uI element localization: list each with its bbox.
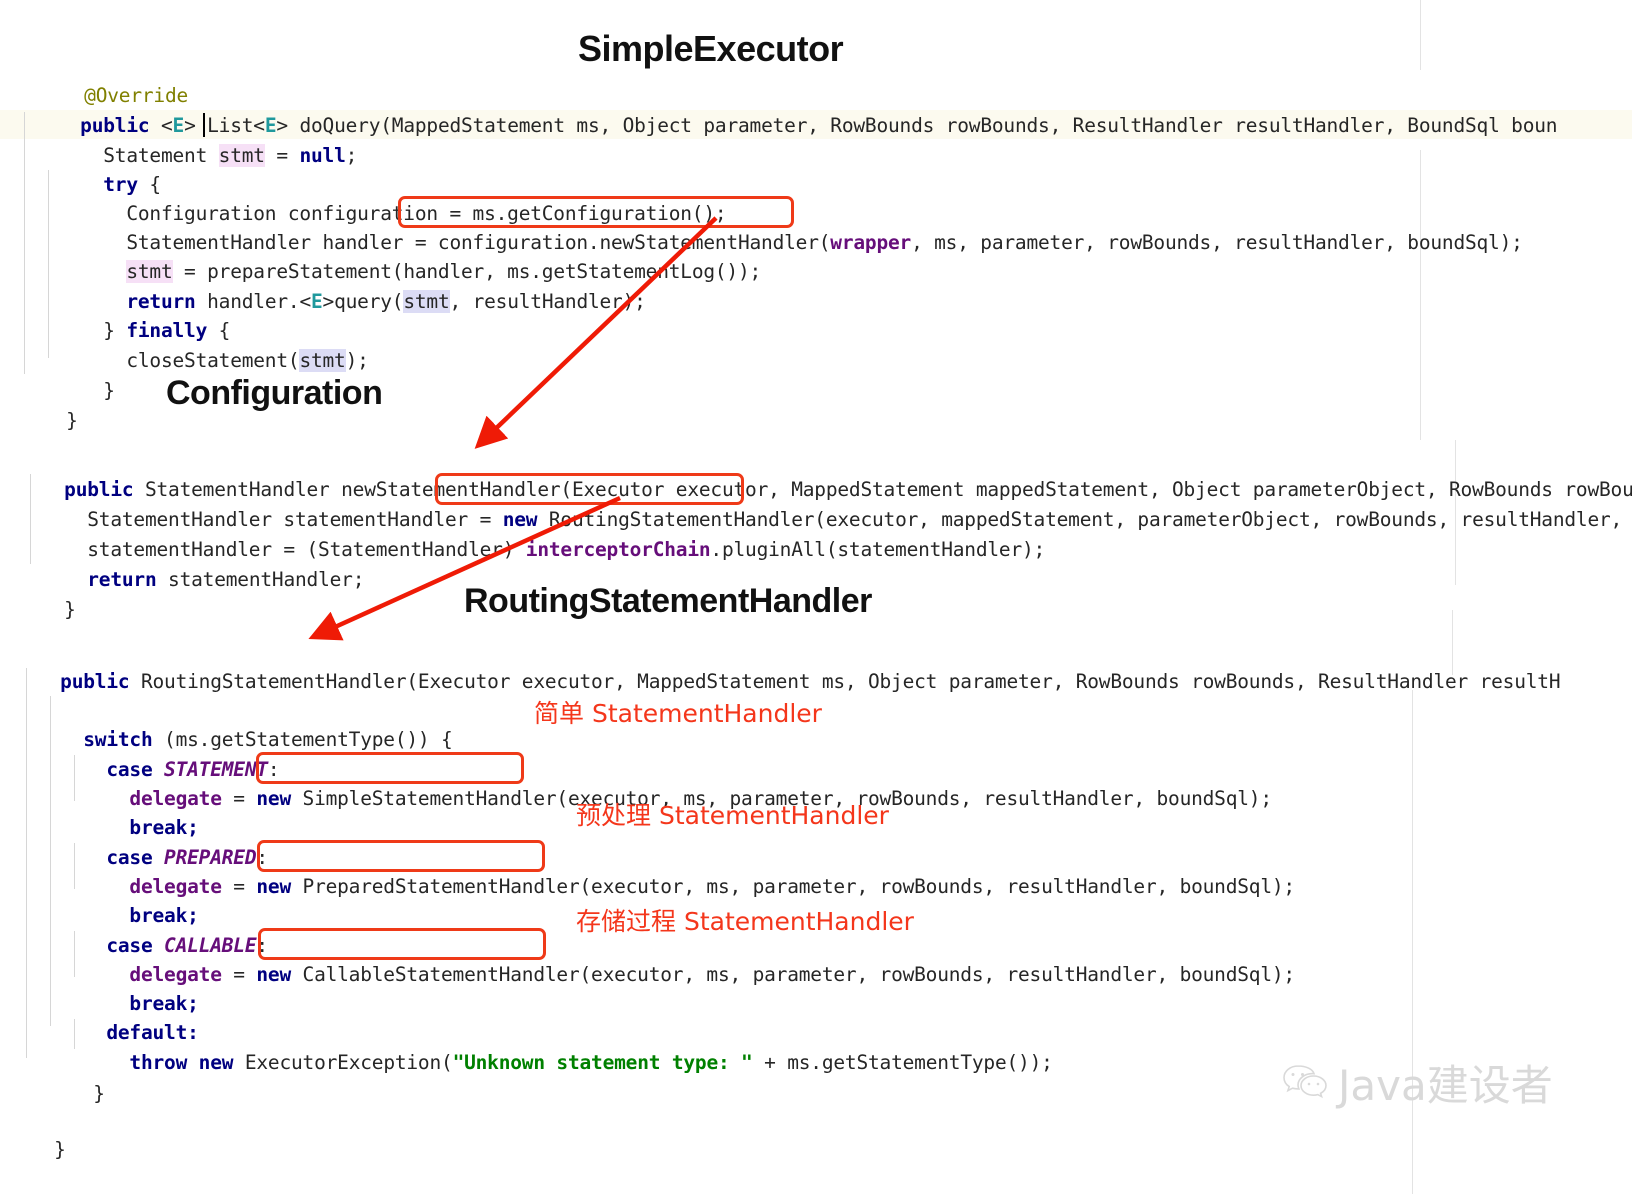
tok-var-stmt: stmt — [218, 144, 265, 167]
kw-new: new — [256, 787, 291, 810]
section-title-configuration: Configuration — [166, 374, 383, 412]
kw-throw-new: throw new — [129, 1051, 234, 1074]
editor-margin-guide — [1420, 150, 1421, 440]
tok: } — [80, 379, 115, 402]
tok: PreparedStatementHandler(executor, ms, p… — [290, 875, 1296, 898]
tok: .pluginAll(statementHandler); — [710, 538, 1046, 561]
tok: ExecutorException( — [233, 1051, 453, 1074]
watermark-text: Java建设者 — [1338, 1061, 1553, 1110]
kw-null: null — [299, 144, 346, 167]
tok: = — [221, 875, 257, 898]
section-title-routing-statement-handler: RoutingStatementHandler — [464, 582, 872, 620]
tok: } — [70, 1082, 105, 1105]
tok: } — [64, 598, 76, 621]
editor-margin-guide — [1420, 0, 1421, 70]
tok: RoutingStatementHandler(Executor executo… — [129, 670, 1561, 693]
tok: ); — [345, 349, 369, 372]
text-caret — [203, 113, 205, 137]
tok: , resultHandler); — [449, 290, 646, 313]
tok: } — [66, 409, 78, 432]
kw-new: new — [256, 875, 291, 898]
tok: >query( — [322, 290, 404, 313]
tok-field-interceptor-chain: interceptorChain — [525, 538, 711, 561]
kw-return: return — [87, 568, 157, 591]
kw-public: public — [60, 670, 130, 693]
section-title-simple-executor: SimpleExecutor — [578, 28, 844, 69]
tok: = — [264, 144, 300, 167]
tok-generic-e: E — [311, 290, 323, 313]
annotation-simple-statement-handler: 简单 StatementHandler — [534, 699, 822, 728]
tok: } — [54, 1138, 66, 1161]
screenshot-root: SimpleExecutor @Override public <E> List… — [0, 0, 1632, 1194]
code-line-throw-executor-exception: throw new ExecutorException("Unknown sta… — [14, 1019, 1053, 1106]
watermark: Java建设者 — [1282, 1052, 1553, 1113]
editor-margin-guide — [1412, 690, 1413, 1110]
tok-field-wrapper: wrapper — [830, 231, 912, 254]
tok-var-stmt: stmt — [403, 290, 450, 313]
code-line-routing-close-brace: } — [8, 1106, 66, 1193]
kw-new: new — [256, 963, 291, 986]
tok-var-stmt: stmt — [299, 349, 346, 372]
editor-margin-guide — [1412, 1110, 1413, 1194]
tok: , ms, parameter, rowBounds, resultHandle… — [911, 231, 1523, 254]
tok: = — [221, 963, 257, 986]
tok: ; — [345, 144, 358, 167]
code-line-delegate-callable: delegate = new CallableStatementHandler(… — [14, 931, 1295, 1018]
tok: = — [221, 787, 257, 810]
annotation-prepared-statement-handler: 预处理 StatementHandler — [576, 801, 889, 830]
indent-guide — [24, 112, 25, 374]
wechat-icon — [1283, 1064, 1327, 1098]
tok-string-unknown-type: "Unknown statement type: " — [452, 1051, 753, 1074]
tok: statementHandler; — [156, 568, 365, 591]
annotation-callable-statement-handler: 存储过程 StatementHandler — [576, 907, 914, 936]
tok: > doQuery(MappedStatement ms, Object par… — [276, 114, 1558, 137]
tok: CallableStatementHandler(executor, ms, p… — [290, 963, 1296, 986]
tok: + ms.getStatementType()); — [752, 1051, 1053, 1074]
